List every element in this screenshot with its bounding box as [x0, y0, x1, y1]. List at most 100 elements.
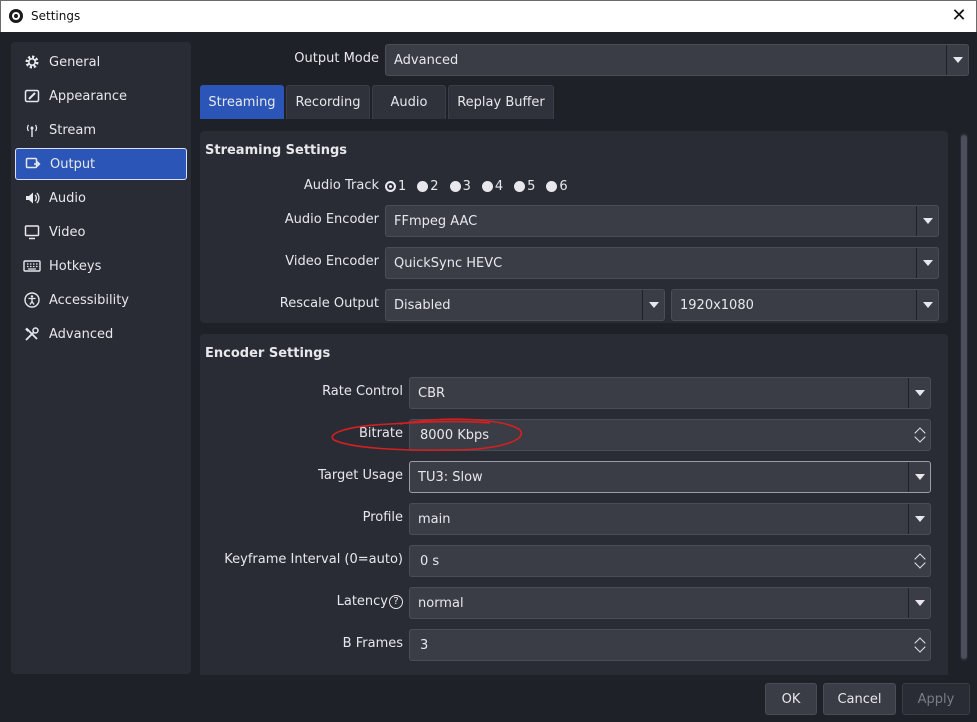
target-usage-select[interactable]: TU3: Slow [409, 461, 931, 493]
rescale-resolution-value: 1920x1080 [680, 298, 754, 313]
keyframe-interval-spinbox[interactable]: 0 s [409, 545, 931, 577]
radio-label: 3 [462, 179, 471, 194]
radio-checked-icon [385, 181, 396, 192]
settings-scroll-area: Streaming Settings Audio Track 1 2 3 4 5… [200, 119, 970, 675]
radio-icon [417, 181, 429, 192]
video-encoder-select[interactable]: QuickSync HEVC [385, 247, 939, 279]
appearance-icon [23, 87, 41, 105]
rescale-output-value: Disabled [394, 298, 451, 313]
radio-label: 5 [527, 179, 536, 194]
scrollbar-thumb[interactable] [961, 135, 967, 659]
radio-icon [481, 181, 493, 192]
audio-track-radio-4[interactable]: 4 [481, 179, 503, 194]
tools-icon [23, 325, 41, 343]
b-frames-value: 3 [420, 638, 429, 653]
profile-label: Profile [362, 510, 403, 525]
bitrate-label: Bitrate [358, 426, 403, 441]
keyboard-icon [23, 257, 41, 275]
chevron-down-icon [946, 45, 968, 75]
monitor-icon [23, 223, 41, 241]
rate-control-value: CBR [418, 386, 446, 401]
latency-value: normal [418, 596, 464, 611]
streaming-settings-title: Streaming Settings [205, 143, 348, 158]
sidebar-item-label: Hotkeys [49, 258, 102, 274]
chevron-down-icon [908, 462, 930, 492]
video-encoder-value: QuickSync HEVC [394, 256, 503, 271]
rescale-resolution-select[interactable]: 1920x1080 [671, 289, 939, 321]
chevron-down-icon [908, 378, 930, 408]
encoder-settings-group: Encoder Settings Rate Control CBR Bitrat… [200, 334, 948, 675]
radio-label: 2 [430, 179, 439, 194]
audio-track-radio-group: 1 2 3 4 5 6 [385, 179, 579, 194]
sidebar-item-video[interactable]: Video [15, 216, 187, 248]
spin-buttons[interactable] [908, 630, 930, 660]
sidebar-item-advanced[interactable]: Advanced [15, 318, 187, 350]
spin-buttons[interactable] [908, 420, 930, 450]
audio-track-radio-5[interactable]: 5 [514, 179, 535, 194]
radio-label: 6 [559, 179, 568, 194]
chevron-down-icon [916, 248, 938, 278]
title-bar: Settings ✕ [0, 0, 977, 32]
audio-track-radio-3[interactable]: 3 [449, 179, 471, 194]
radio-icon [546, 181, 558, 192]
sidebar-item-output[interactable]: Output [15, 148, 187, 180]
audio-encoder-select[interactable]: FFmpeg AAC [385, 205, 939, 237]
audio-encoder-value: FFmpeg AAC [394, 214, 478, 229]
sidebar-item-label: Appearance [49, 88, 128, 104]
settings-sidebar: General Appearance Stream Output Audio V… [11, 42, 191, 674]
sidebar-item-general[interactable]: General [15, 46, 187, 78]
window-title: Settings [31, 9, 81, 23]
sidebar-item-label: Video [49, 224, 86, 240]
chevron-down-icon [908, 588, 930, 618]
help-icon[interactable]: ? [389, 594, 403, 609]
rate-control-select[interactable]: CBR [409, 377, 931, 409]
apply-button[interactable]: Apply [902, 683, 970, 715]
sidebar-item-audio[interactable]: Audio [15, 182, 187, 214]
audio-track-radio-6[interactable]: 6 [546, 179, 568, 194]
latency-select[interactable]: normal [409, 587, 931, 619]
close-icon[interactable]: ✕ [948, 5, 970, 27]
target-usage-value: TU3: Slow [418, 470, 483, 485]
sidebar-item-stream[interactable]: Stream [15, 114, 187, 146]
audio-track-label: Audio Track [303, 178, 379, 193]
profile-select[interactable]: main [409, 503, 931, 535]
rescale-output-label: Rescale Output [279, 296, 379, 311]
tab-audio[interactable]: Audio [372, 85, 446, 119]
tab-streaming[interactable]: Streaming [200, 85, 284, 119]
ok-button[interactable]: OK [765, 683, 817, 715]
rescale-output-select[interactable]: Disabled [385, 289, 665, 321]
chevron-down-icon [916, 290, 938, 320]
output-mode-select[interactable]: Advanced [385, 44, 969, 76]
cancel-button[interactable]: Cancel [823, 683, 896, 715]
streaming-settings-group: Streaming Settings Audio Track 1 2 3 4 5… [200, 131, 948, 323]
target-usage-label: Target Usage [318, 468, 403, 483]
sidebar-item-label: Audio [49, 190, 86, 206]
sidebar-item-label: Accessibility [49, 292, 129, 308]
sidebar-item-appearance[interactable]: Appearance [15, 80, 187, 112]
sidebar-item-label: General [49, 54, 101, 70]
sidebar-item-accessibility[interactable]: Accessibility [15, 284, 187, 316]
settings-scrollbar[interactable] [960, 133, 968, 661]
spin-buttons[interactable] [908, 546, 930, 576]
output-icon [24, 155, 42, 173]
output-mode-label: Output Mode [294, 51, 379, 66]
output-mode-row: Output Mode Advanced [200, 44, 970, 76]
rate-control-label: Rate Control [322, 384, 403, 399]
b-frames-spinbox[interactable]: 3 [409, 629, 931, 661]
video-encoder-label: Video Encoder [285, 254, 379, 269]
obs-logo-icon [9, 9, 23, 23]
chevron-down-icon [908, 504, 930, 534]
chevron-down-icon [916, 206, 938, 236]
sidebar-item-label: Output [50, 156, 96, 172]
bitrate-spinbox[interactable]: 8000 Kbps [409, 419, 931, 451]
sidebar-item-hotkeys[interactable]: Hotkeys [15, 250, 187, 282]
sidebar-item-label: Stream [49, 122, 97, 138]
b-frames-label: B Frames [342, 636, 403, 651]
radio-icon [514, 181, 526, 192]
audio-track-radio-1[interactable]: 1 [385, 179, 406, 194]
latency-label: Latency [336, 594, 388, 609]
audio-track-radio-2[interactable]: 2 [417, 179, 439, 194]
keyframe-interval-label: Keyframe Interval (0=auto) [224, 552, 403, 567]
tab-replay-buffer[interactable]: Replay Buffer [448, 85, 554, 119]
tab-recording[interactable]: Recording [286, 85, 370, 119]
